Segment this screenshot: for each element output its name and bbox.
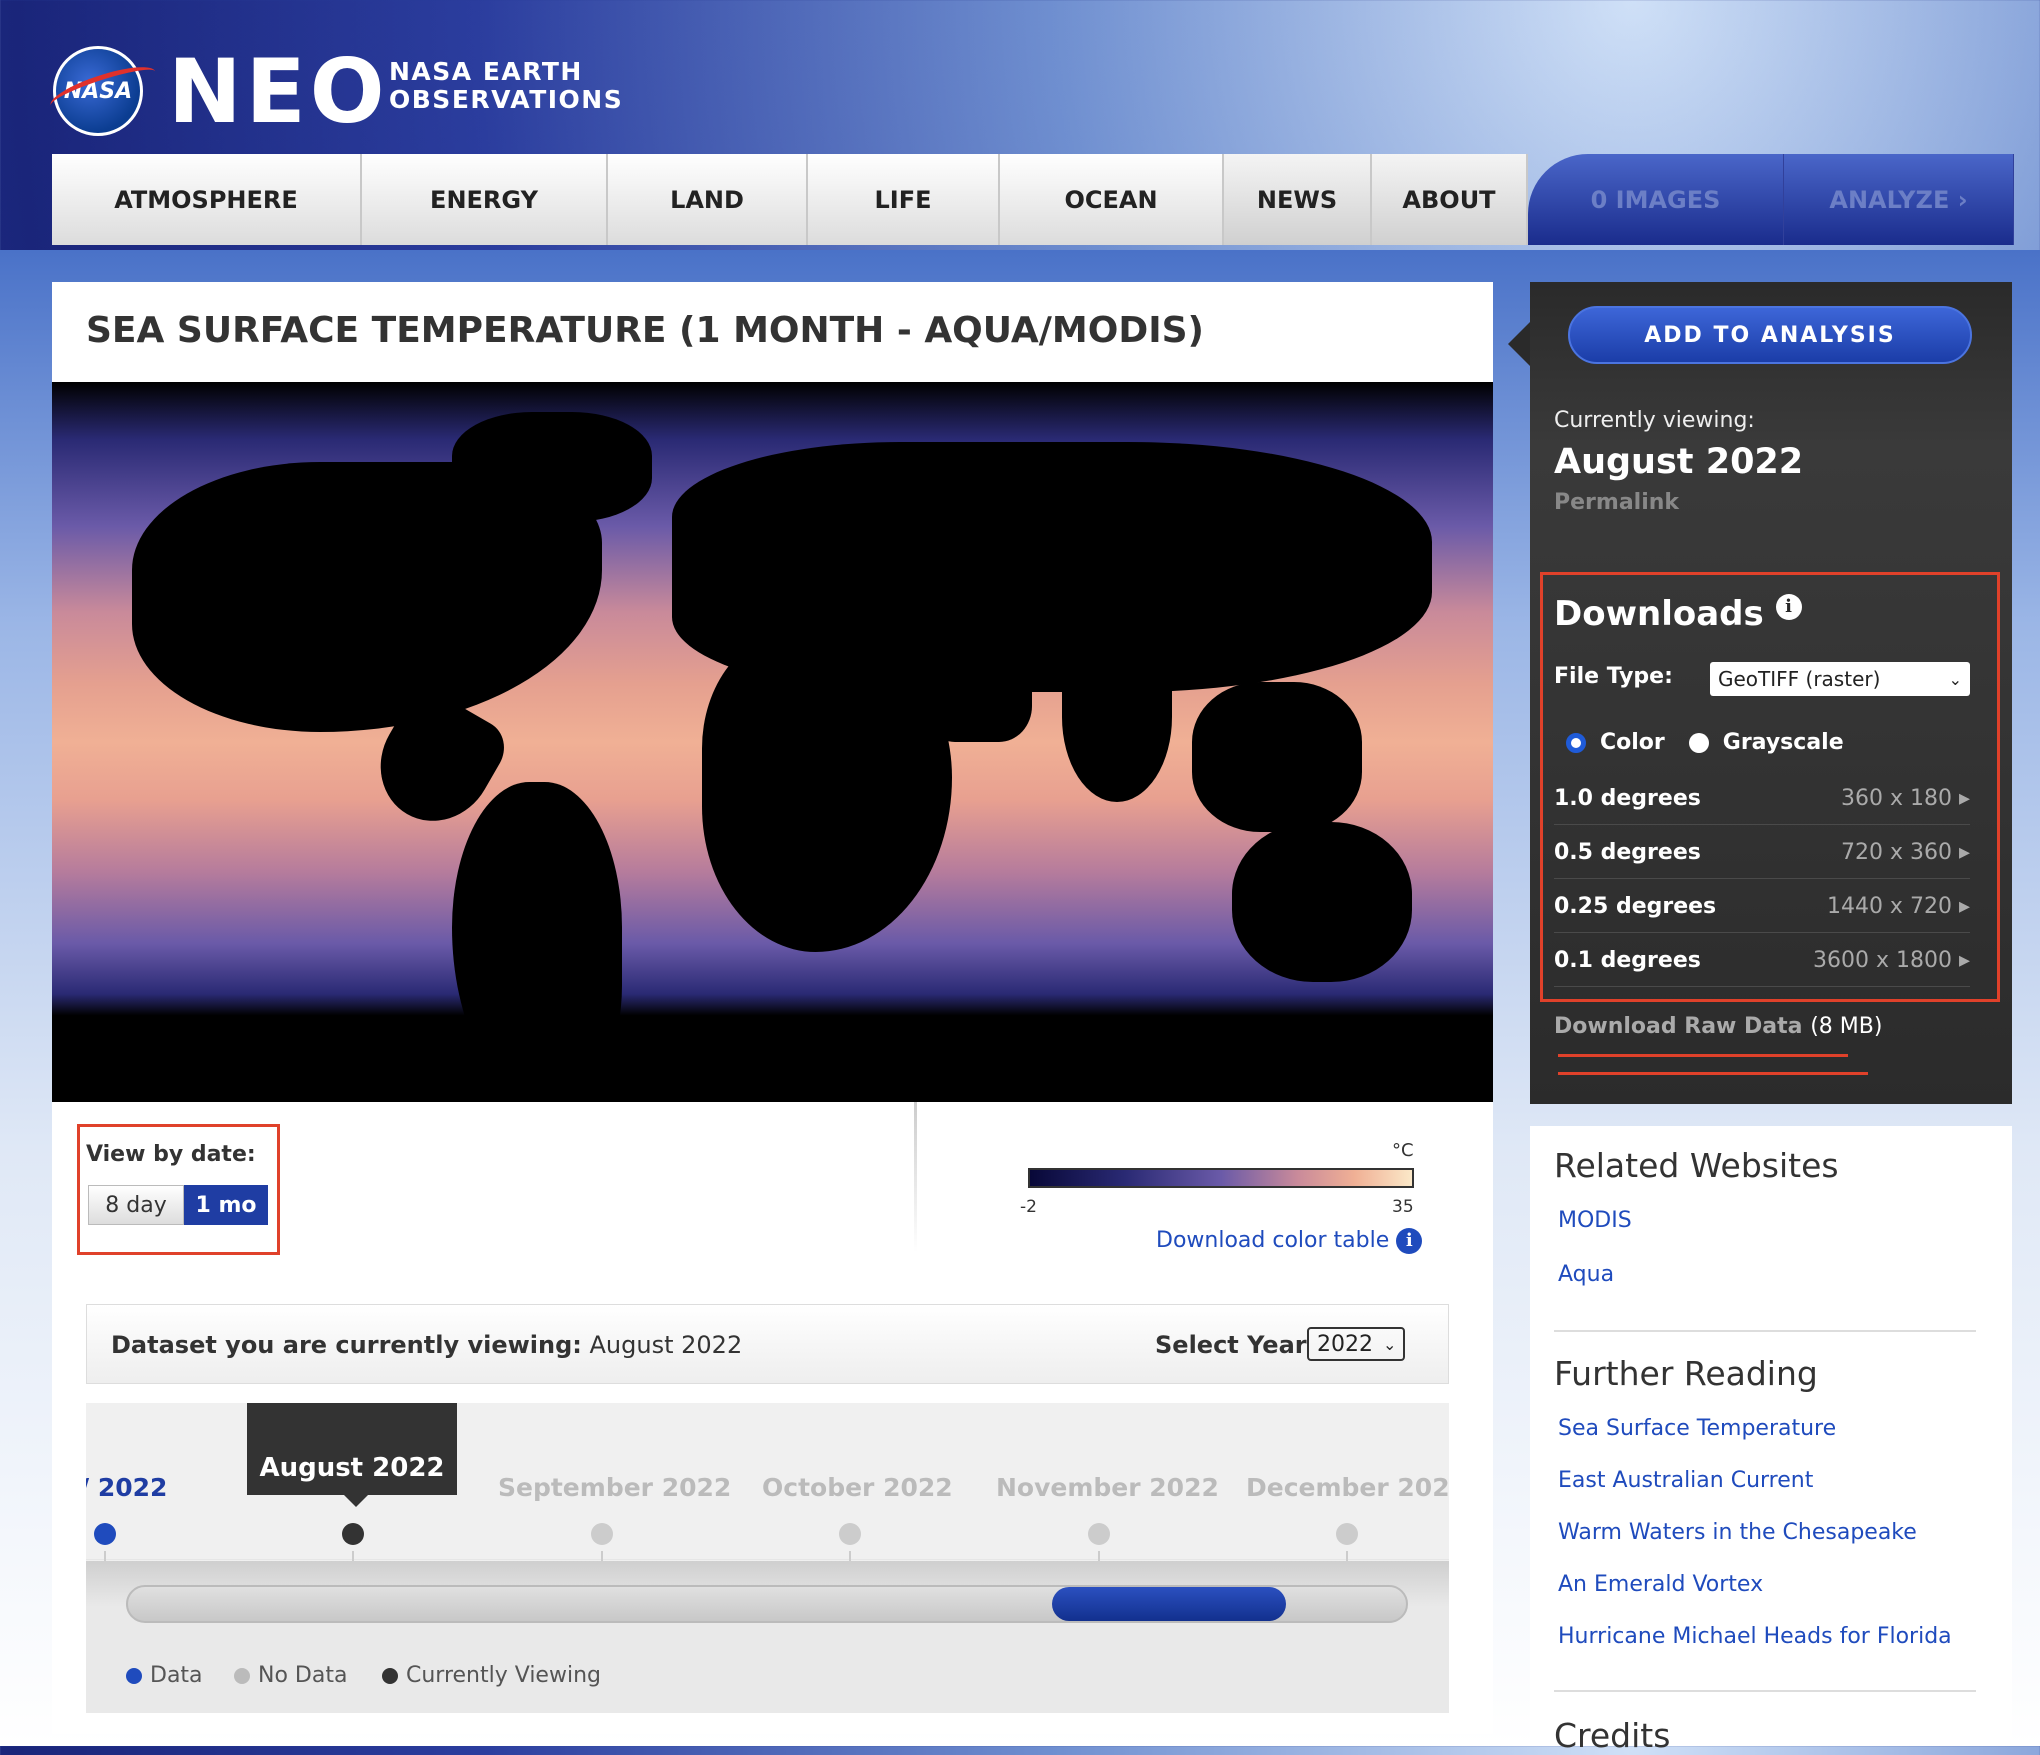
- timeline-month[interactable]: October 2022: [762, 1473, 953, 1502]
- 8-day-button[interactable]: 8 day: [88, 1185, 184, 1225]
- year-select[interactable]: 2022 ⌄: [1307, 1327, 1405, 1361]
- annotation-underline: [1558, 1072, 1868, 1075]
- download-0-5-degrees[interactable]: 0.5 degrees 720 x 360 ▸: [1554, 826, 1970, 879]
- further-link[interactable]: Warm Waters in the Chesapeake: [1558, 1520, 1917, 1545]
- permalink-link[interactable]: Permalink: [1554, 490, 1679, 515]
- info-icon[interactable]: i: [1775, 594, 1802, 620]
- timeline-dot-no-data[interactable]: [839, 1523, 861, 1545]
- nav-analyze[interactable]: ANALYZE ›: [1784, 154, 2014, 245]
- legend-no-data: No Data: [234, 1663, 347, 1688]
- land-antarctica: [52, 1032, 1493, 1102]
- timeline-dot-data[interactable]: [94, 1523, 116, 1545]
- page-title: SEA SURFACE TEMPERATURE (1 MONTH - AQUA/…: [86, 310, 1205, 351]
- download-1-0-degrees[interactable]: 1.0 degrees 360 x 180 ▸: [1554, 772, 1970, 825]
- related-link-aqua[interactable]: Aqua: [1558, 1262, 1614, 1287]
- color-mode-radios: Color Grayscale: [1566, 730, 1844, 755]
- timeline-scrollbar-area: Data No Data Currently Viewing: [86, 1561, 1449, 1713]
- chevron-right-icon: ▸: [1958, 839, 1970, 865]
- file-type-select[interactable]: GeoTIFF (raster) ⌄: [1710, 662, 1970, 696]
- sea-surface-temperature-map[interactable]: [52, 382, 1493, 1102]
- land-india: [1062, 632, 1172, 802]
- land-southeast-asia: [1192, 682, 1362, 832]
- land-australia: [1232, 822, 1412, 982]
- data-dot-icon: [126, 1667, 142, 1684]
- legend-data: Data: [126, 1663, 203, 1688]
- timeline-month[interactable]: / 2022: [86, 1473, 167, 1502]
- download-0-25-degrees[interactable]: 0.25 degrees 1440 x 720 ▸: [1554, 880, 1970, 933]
- scale-min-label: -2: [1020, 1197, 1037, 1217]
- neo-logo[interactable]: NEO: [168, 44, 389, 140]
- info-icon[interactable]: i: [1396, 1228, 1423, 1254]
- current-month-tooltip[interactable]: August 2022: [247, 1403, 457, 1495]
- nav-atmosphere[interactable]: ATMOSPHERE: [52, 154, 362, 245]
- nav-images[interactable]: 0 IMAGES: [1528, 154, 1784, 245]
- grayscale-radio[interactable]: [1688, 732, 1709, 753]
- 1-month-button[interactable]: 1 mo: [184, 1185, 268, 1225]
- further-link[interactable]: Hurricane Michael Heads for Florida: [1558, 1624, 1952, 1649]
- nasa-logo[interactable]: NASA: [46, 46, 160, 136]
- nav-life[interactable]: LIFE: [808, 154, 1000, 245]
- related-websites-heading: Related Websites: [1554, 1146, 1839, 1185]
- current-dot-icon: [382, 1667, 398, 1684]
- annotation-underline: [1558, 1054, 1848, 1057]
- download-color-table-link[interactable]: Download color table i: [1156, 1228, 1423, 1254]
- file-type-label: File Type:: [1554, 664, 1673, 689]
- further-link[interactable]: Sea Surface Temperature: [1558, 1416, 1836, 1441]
- view-by-date-label: View by date:: [86, 1142, 256, 1167]
- timeline-dot-no-data[interactable]: [1336, 1523, 1358, 1545]
- currently-viewing-label: Currently viewing:: [1554, 408, 1755, 433]
- chevron-down-icon: ⌄: [1383, 1334, 1397, 1354]
- timeline-month[interactable]: September 2022: [498, 1473, 731, 1502]
- nav-energy[interactable]: ENERGY: [362, 154, 608, 245]
- nav-ocean[interactable]: OCEAN: [1000, 154, 1224, 245]
- site-subtitle: NASA EARTH OBSERVATIONS: [389, 57, 624, 114]
- timeline: / 2022 August 2022 September 2022 Octobe…: [86, 1403, 1449, 1713]
- further-link[interactable]: East Australian Current: [1558, 1468, 1813, 1493]
- chevron-right-icon: ▸: [1958, 785, 1970, 811]
- color-scale-bar: [1028, 1168, 1414, 1188]
- timeline-dot-no-data[interactable]: [1088, 1523, 1110, 1545]
- downloads-title: Downloads i: [1554, 594, 1802, 634]
- credits-heading: Credits: [1554, 1716, 1671, 1755]
- download-raw-data-link[interactable]: Download Raw Data (8 MB): [1554, 1014, 1882, 1039]
- legend-currently-viewing: Currently Viewing: [382, 1663, 601, 1688]
- further-reading-heading: Further Reading: [1554, 1354, 1818, 1393]
- land-greenland: [452, 412, 652, 522]
- land-arabia: [922, 622, 1032, 742]
- select-year-label: Select Year: [1155, 1331, 1307, 1359]
- dataset-text: Dataset you are currently viewing: Augus…: [111, 1331, 743, 1359]
- add-to-analysis-button[interactable]: ADD TO ANALYSIS: [1568, 306, 1972, 364]
- divider: [914, 1102, 917, 1252]
- related-links-panel: Related Websites MODIS Aqua Further Read…: [1530, 1126, 2012, 1755]
- chevron-down-icon: ⌄: [1948, 669, 1962, 689]
- chevron-right-icon: ▸: [1958, 947, 1970, 973]
- related-link-modis[interactable]: MODIS: [1558, 1208, 1632, 1233]
- scale-unit: °C: [1392, 1140, 1414, 1161]
- main-panel: SEA SURFACE TEMPERATURE (1 MONTH - AQUA/…: [52, 282, 1493, 1734]
- scale-max-label: 35: [1392, 1197, 1414, 1217]
- currently-viewing-value: August 2022: [1554, 442, 1804, 482]
- further-link[interactable]: An Emerald Vortex: [1558, 1572, 1763, 1597]
- timeline-dot-current[interactable]: [342, 1523, 364, 1545]
- dataset-sidebar: ADD TO ANALYSIS Currently viewing: Augus…: [1530, 282, 2012, 1104]
- color-radio[interactable]: [1566, 732, 1586, 753]
- timeline-month[interactable]: November 2022: [996, 1473, 1219, 1502]
- timeline-month[interactable]: December 2022: [1246, 1473, 1449, 1502]
- dataset-bar: Dataset you are currently viewing: Augus…: [86, 1304, 1449, 1384]
- timeline-dot-no-data[interactable]: [591, 1523, 613, 1545]
- panel-pointer: [1508, 322, 1530, 366]
- dataset-value: August 2022: [589, 1331, 743, 1359]
- no-data-dot-icon: [234, 1667, 250, 1684]
- main-nav: ATMOSPHERE ENERGY LAND LIFE OCEAN NEWS A…: [52, 154, 2014, 245]
- nav-land[interactable]: LAND: [608, 154, 808, 245]
- chevron-right-icon: ▸: [1958, 893, 1970, 919]
- nav-about[interactable]: ABOUT: [1372, 154, 1528, 245]
- download-0-1-degrees[interactable]: 0.1 degrees 3600 x 1800 ▸: [1554, 934, 1970, 987]
- timeline-scroll-thumb[interactable]: [1052, 1587, 1286, 1621]
- nav-news[interactable]: NEWS: [1224, 154, 1372, 245]
